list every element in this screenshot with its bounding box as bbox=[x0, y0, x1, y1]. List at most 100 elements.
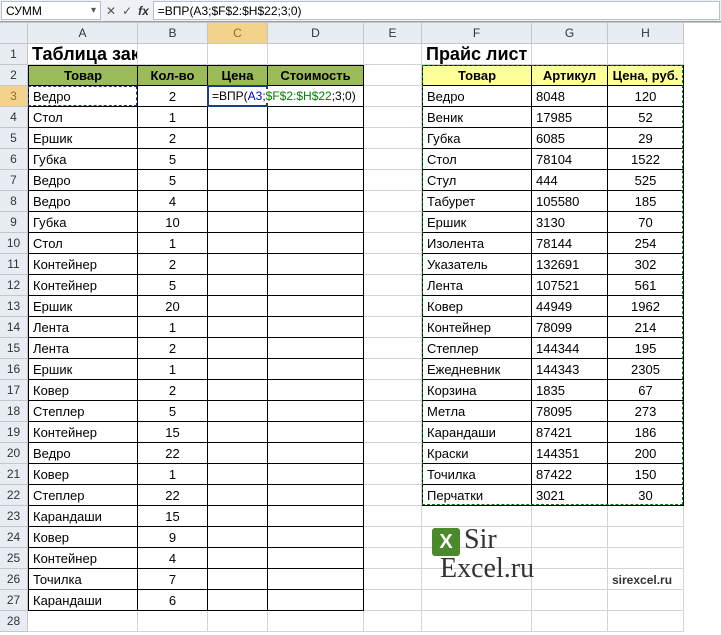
column-header[interactable]: C bbox=[208, 23, 268, 44]
cell[interactable]: 444 bbox=[532, 170, 608, 191]
cell[interactable]: Ковер bbox=[28, 527, 138, 548]
cell[interactable]: Губка bbox=[28, 212, 138, 233]
cell[interactable] bbox=[208, 464, 268, 485]
cell[interactable] bbox=[208, 170, 268, 191]
cell[interactable]: Степлер bbox=[28, 485, 138, 506]
cell[interactable] bbox=[208, 380, 268, 401]
cell[interactable] bbox=[208, 296, 268, 317]
cell[interactable]: Контейнер bbox=[28, 254, 138, 275]
cell[interactable] bbox=[268, 86, 364, 107]
cell[interactable] bbox=[608, 590, 684, 611]
cell[interactable]: Перчатки bbox=[422, 485, 532, 506]
cell[interactable]: 3021 bbox=[532, 485, 608, 506]
cell[interactable]: 6085 bbox=[532, 128, 608, 149]
cell[interactable] bbox=[268, 44, 364, 65]
cell[interactable] bbox=[138, 44, 208, 65]
cell[interactable] bbox=[268, 149, 364, 170]
cell[interactable]: 107521 bbox=[532, 275, 608, 296]
cell[interactable]: 1835 bbox=[532, 380, 608, 401]
cell[interactable] bbox=[208, 506, 268, 527]
column-header[interactable]: A bbox=[28, 23, 138, 44]
row-header[interactable]: 8 bbox=[0, 191, 28, 212]
cell[interactable] bbox=[364, 590, 422, 611]
cell[interactable] bbox=[364, 65, 422, 86]
cell[interactable] bbox=[364, 548, 422, 569]
cell[interactable]: 2 bbox=[138, 338, 208, 359]
column-header[interactable]: H bbox=[608, 23, 684, 44]
cell[interactable]: Корзина bbox=[422, 380, 532, 401]
cell[interactable] bbox=[268, 275, 364, 296]
cell[interactable] bbox=[364, 401, 422, 422]
cell[interactable]: 1962 bbox=[608, 296, 684, 317]
cell[interactable] bbox=[268, 380, 364, 401]
cell[interactable] bbox=[208, 527, 268, 548]
cell[interactable] bbox=[364, 338, 422, 359]
cell[interactable]: Карандаши bbox=[28, 590, 138, 611]
cell[interactable] bbox=[532, 590, 608, 611]
cell[interactable] bbox=[208, 548, 268, 569]
cell[interactable] bbox=[532, 569, 608, 590]
cell[interactable] bbox=[422, 590, 532, 611]
cell[interactable]: 78104 bbox=[532, 149, 608, 170]
cell[interactable] bbox=[208, 611, 268, 632]
cell[interactable]: Контейнер bbox=[28, 548, 138, 569]
cell[interactable] bbox=[364, 191, 422, 212]
cell[interactable] bbox=[364, 296, 422, 317]
cell[interactable]: 20 bbox=[138, 296, 208, 317]
cell[interactable]: 6 bbox=[138, 590, 208, 611]
cell[interactable]: Ведро bbox=[28, 443, 138, 464]
cell[interactable] bbox=[268, 485, 364, 506]
cell[interactable]: Ведро bbox=[422, 86, 532, 107]
cell[interactable] bbox=[364, 107, 422, 128]
cell[interactable]: 3130 bbox=[532, 212, 608, 233]
cell[interactable] bbox=[208, 422, 268, 443]
cell[interactable] bbox=[268, 191, 364, 212]
row-header[interactable]: 25 bbox=[0, 548, 28, 569]
cell[interactable]: 4 bbox=[138, 191, 208, 212]
cell[interactable]: 15 bbox=[138, 422, 208, 443]
fx-icon[interactable]: fx bbox=[138, 4, 149, 18]
cell[interactable] bbox=[268, 527, 364, 548]
cell[interactable]: 78144 bbox=[532, 233, 608, 254]
cancel-icon[interactable]: ✕ bbox=[106, 4, 116, 18]
cell[interactable]: Ершик bbox=[28, 128, 138, 149]
cell[interactable]: Ведро bbox=[28, 170, 138, 191]
cell[interactable] bbox=[364, 359, 422, 380]
cell[interactable] bbox=[268, 359, 364, 380]
row-header[interactable]: 28 bbox=[0, 611, 28, 632]
cell[interactable] bbox=[364, 170, 422, 191]
cell[interactable]: 7 bbox=[138, 569, 208, 590]
cell[interactable]: Ковер bbox=[28, 380, 138, 401]
cell[interactable]: Стоимость bbox=[268, 65, 364, 86]
cell[interactable]: 144351 bbox=[532, 443, 608, 464]
cell[interactable]: Лента bbox=[28, 317, 138, 338]
cell[interactable]: 2 bbox=[138, 86, 208, 107]
row-header[interactable]: 21 bbox=[0, 464, 28, 485]
row-header[interactable]: 12 bbox=[0, 275, 28, 296]
cell[interactable] bbox=[268, 233, 364, 254]
cell[interactable]: Ершик bbox=[28, 296, 138, 317]
row-header[interactable]: 3 bbox=[0, 86, 28, 107]
cell[interactable] bbox=[208, 401, 268, 422]
formula-input[interactable]: =ВПР(A3;$F$2:$H$22;3;0) bbox=[153, 1, 720, 20]
cell[interactable] bbox=[608, 44, 684, 65]
cell[interactable] bbox=[208, 590, 268, 611]
cell[interactable] bbox=[268, 590, 364, 611]
cell[interactable]: 525 bbox=[608, 170, 684, 191]
cell[interactable] bbox=[364, 422, 422, 443]
cell[interactable]: Прайс лист bbox=[422, 44, 532, 65]
cell[interactable] bbox=[208, 233, 268, 254]
cell[interactable] bbox=[268, 296, 364, 317]
cell[interactable]: 1 bbox=[138, 317, 208, 338]
cell[interactable] bbox=[364, 44, 422, 65]
cell[interactable]: Карандаши bbox=[422, 422, 532, 443]
cell[interactable]: Ежедневник bbox=[422, 359, 532, 380]
cell[interactable] bbox=[364, 569, 422, 590]
cell[interactable] bbox=[208, 149, 268, 170]
cell[interactable]: 30 bbox=[608, 485, 684, 506]
cell[interactable]: Метла bbox=[422, 401, 532, 422]
row-header[interactable]: 27 bbox=[0, 590, 28, 611]
spreadsheet-grid[interactable]: ABCDEFGH1Таблица заказовПрайс лист2Товар… bbox=[0, 22, 721, 631]
cell[interactable] bbox=[364, 506, 422, 527]
cell[interactable] bbox=[422, 611, 532, 632]
